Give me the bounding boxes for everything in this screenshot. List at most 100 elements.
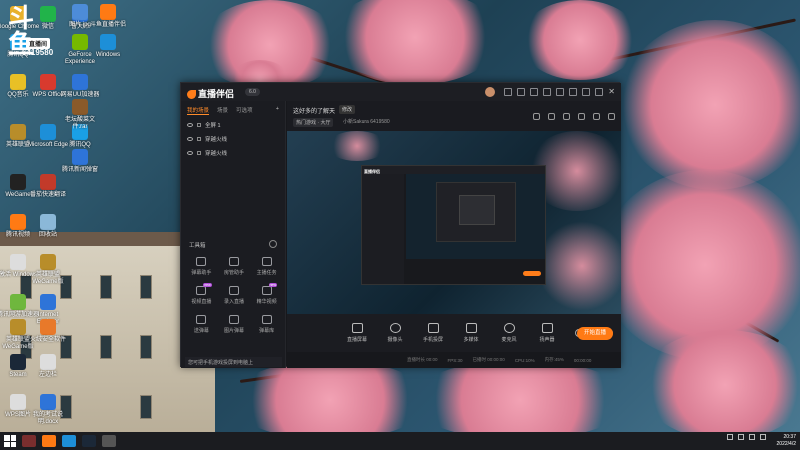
- desktop-icon[interactable]: 英雄联盟 WeGame版: [26, 254, 70, 286]
- nested-app-preview: 直播伴侣: [361, 165, 546, 285]
- nested-golive-button: [523, 271, 541, 276]
- eye-icon[interactable]: [187, 137, 193, 141]
- taskbar-clock[interactable]: 20:37 2022/4/2: [777, 434, 796, 448]
- blossom: [640, 330, 800, 440]
- desktop-icon[interactable]: 老坛酸菜文件.rar: [58, 99, 102, 131]
- eye-icon[interactable]: [187, 123, 193, 127]
- phone-cast-promo[interactable]: 您可把手机游戏投屏到电脑上: [185, 357, 282, 367]
- app-icon: [72, 74, 88, 90]
- maximize-icon[interactable]: [595, 88, 604, 96]
- status-item: 00:00:00: [573, 357, 592, 363]
- desktop-icon-label: 番茄快速翻译: [29, 192, 66, 198]
- network-icon[interactable]: [738, 434, 744, 440]
- tab-my-scenes[interactable]: 我的场景: [187, 106, 210, 115]
- lock-icon[interactable]: [197, 123, 201, 127]
- taskbar-steam-icon[interactable]: [82, 435, 96, 447]
- bell-icon[interactable]: [593, 113, 600, 120]
- skin-icon[interactable]: [556, 88, 565, 96]
- desktop-icon[interactable]: 网易UU加速器: [58, 74, 102, 99]
- minimize-icon[interactable]: [582, 88, 591, 96]
- avatar[interactable]: [485, 87, 496, 97]
- desktop-icon[interactable]: 火绒安全软件: [26, 319, 70, 344]
- scene-item[interactable]: 穿越火线: [181, 132, 285, 146]
- main-panel: 这好多的了解天 修改 热门游戏 · 大厅 小新Sakura 6419580 直播…: [287, 101, 621, 368]
- desktop-icon[interactable]: Windows: [86, 34, 130, 59]
- camera-button[interactable]: 摄像头: [381, 323, 409, 343]
- input-method-icon[interactable]: [760, 434, 766, 440]
- menu-icon[interactable]: [569, 88, 578, 96]
- tool-item[interactable]: new 视频直播: [185, 283, 218, 305]
- app-icon: [10, 74, 26, 90]
- speaker-button[interactable]: 扬声器: [533, 323, 561, 343]
- toolbox-toggle-icon[interactable]: [269, 240, 277, 248]
- toolbox-title: 工具箱: [189, 243, 206, 249]
- shop-icon[interactable]: [533, 113, 540, 120]
- microphone-button[interactable]: 麦克风: [495, 323, 523, 343]
- desktop-icon[interactable]: 番茄快速翻译: [26, 174, 70, 199]
- settings-icon[interactable]: [608, 113, 615, 120]
- phone-cast-button[interactable]: 手机投屏: [419, 323, 447, 343]
- speaker-icon: [541, 323, 553, 333]
- edit-title-button[interactable]: 修改: [339, 105, 356, 114]
- share-icon[interactable]: [578, 113, 585, 120]
- add-tab-button[interactable]: +: [276, 106, 279, 115]
- tab-scenes[interactable]: 场景: [217, 106, 228, 115]
- tray-up-arrow-icon[interactable]: [727, 434, 733, 440]
- tool-item[interactable]: 房管助手: [218, 257, 251, 276]
- tool-item[interactable]: 图片弹幕: [218, 315, 251, 334]
- tool-item[interactable]: 弹幕助手: [185, 257, 218, 276]
- tool-icon: [261, 315, 272, 324]
- scene-item[interactable]: 穿越火线: [181, 146, 285, 160]
- windows-start-icon[interactable]: [4, 435, 16, 447]
- lock-icon[interactable]: [197, 137, 201, 141]
- room-title[interactable]: 这好多的了解天: [293, 106, 335, 115]
- grid-icon[interactable]: [563, 113, 570, 120]
- scene-label: 穿越火线: [205, 137, 228, 143]
- message-icon[interactable]: [504, 88, 513, 96]
- blossom: [520, 0, 640, 80]
- settings-icon[interactable]: [543, 88, 552, 96]
- app-icon: [10, 214, 26, 230]
- building-window: [140, 335, 152, 359]
- category-badge[interactable]: 热门游戏 · 大厅: [293, 118, 334, 127]
- volume-icon[interactable]: [749, 434, 755, 440]
- app-icon: [40, 394, 56, 410]
- app-icon: [72, 99, 88, 115]
- stream-preview[interactable]: 直播伴侣: [287, 131, 621, 314]
- scene-item[interactable]: 全屏 1: [181, 118, 285, 132]
- toolbox-grid: 弹幕助手 房管助手 主播任务 new 视频直播 录入直播 new 精华视频送弹幕 图片弹幕 弹幕库: [185, 257, 283, 334]
- gift-box-icon[interactable]: [548, 113, 555, 120]
- desktop-icon[interactable]: 我的考试说明.docx: [26, 394, 70, 426]
- tool-item[interactable]: new 精华视频: [250, 283, 283, 305]
- tool-icon: [261, 257, 272, 266]
- desktop-icon[interactable]: 回收站: [26, 214, 70, 239]
- desktop-icon[interactable]: 左边栏: [26, 354, 70, 379]
- screen-capture-button[interactable]: 直播屏幕: [343, 323, 371, 343]
- lock-icon[interactable]: [197, 151, 201, 155]
- desktop-icon-label: 我的考试说明.docx: [32, 412, 63, 425]
- douyu-logo: 斗鱼 直播间 6419580: [8, 6, 58, 58]
- desktop-icon[interactable]: 斗鱼直播伴侣: [86, 4, 130, 29]
- close-icon[interactable]: ✕: [608, 88, 615, 96]
- taskbar-app-icon[interactable]: [62, 435, 76, 447]
- tab-options[interactable]: 可选项: [236, 106, 253, 115]
- tool-item[interactable]: 弹幕库: [250, 315, 283, 334]
- app-icon: [10, 124, 26, 140]
- preview-blossom: [537, 221, 621, 311]
- app-icon: [40, 294, 56, 310]
- taskbar-live-companion-icon[interactable]: [42, 435, 56, 447]
- desktop-icon[interactable]: 腾讯新闻弹窗: [58, 149, 102, 174]
- tool-item[interactable]: 送弹幕: [185, 315, 218, 334]
- taskbar-app-icon[interactable]: [22, 435, 36, 447]
- gift-icon[interactable]: [517, 88, 526, 96]
- building-window: [100, 335, 112, 359]
- desktop-icon-label: 回收站: [38, 232, 57, 238]
- taskbar-app-icon[interactable]: [102, 435, 116, 447]
- scene-label: 全屏 1: [205, 123, 221, 129]
- tool-item[interactable]: 录入直播: [218, 286, 251, 305]
- chat-icon[interactable]: [530, 88, 539, 96]
- tool-item[interactable]: 主播任务: [250, 257, 283, 276]
- start-live-button[interactable]: 开始直播: [577, 327, 613, 340]
- eye-icon[interactable]: [187, 151, 193, 155]
- media-button[interactable]: 多媒体: [457, 323, 485, 343]
